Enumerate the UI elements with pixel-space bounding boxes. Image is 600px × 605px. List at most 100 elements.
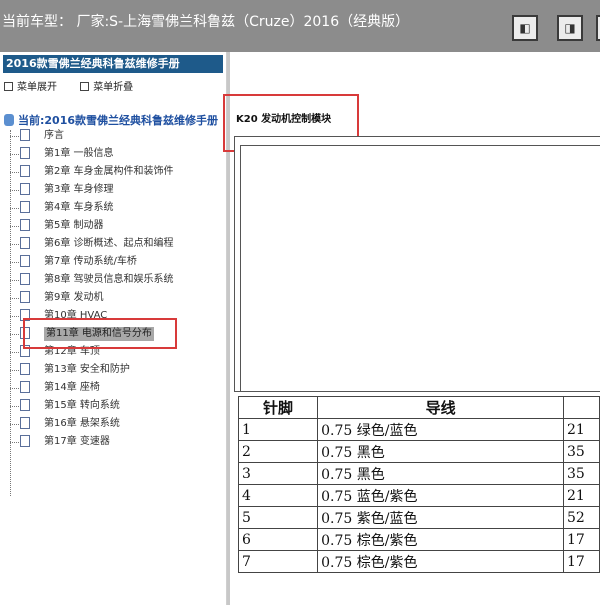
current-label: 当前:2016款雪佛兰经典科鲁兹维修手册 bbox=[18, 114, 219, 127]
tree-item[interactable]: 序言 bbox=[10, 128, 225, 144]
expand-label: 菜单展开 bbox=[17, 82, 57, 93]
document-icon bbox=[20, 165, 30, 177]
tree-item[interactable]: 第9章 发动机 bbox=[10, 290, 225, 306]
header-pin: 针脚 bbox=[237, 396, 319, 419]
tree-item-label: 第9章 发动机 bbox=[44, 292, 104, 303]
tree-item[interactable]: 第3章 车身修理 bbox=[10, 182, 225, 198]
table-header-row: 针脚 导线 bbox=[237, 396, 600, 419]
tree-connector bbox=[10, 406, 19, 407]
cell-pin: 6 bbox=[237, 528, 319, 551]
tree-connector bbox=[10, 172, 19, 173]
panel-left-button[interactable]: ◧ bbox=[512, 15, 538, 41]
tree-item[interactable]: 第6章 诊断概述、起点和编程 bbox=[10, 236, 225, 252]
table-row: 7 0.75 棕色/紫色 17 bbox=[237, 550, 600, 573]
tree-item[interactable]: 第5章 制动器 bbox=[10, 218, 225, 234]
tree-connector bbox=[10, 136, 19, 137]
tree-connector bbox=[10, 190, 19, 191]
tree-connector bbox=[10, 244, 19, 245]
panel-right-button[interactable] bbox=[596, 15, 600, 41]
tree-connector bbox=[10, 370, 19, 371]
globe-icon bbox=[4, 114, 14, 126]
tree-connector bbox=[10, 424, 19, 425]
collapse-menu-button[interactable]: 菜单折叠 bbox=[80, 82, 143, 93]
tree-connector bbox=[10, 334, 19, 335]
current-node[interactable]: 当前:2016款雪佛兰经典科鲁兹维修手册 bbox=[4, 112, 224, 128]
cell-pin: 2 bbox=[237, 440, 319, 463]
tree-item[interactable]: 第8章 驾驶员信息和娱乐系统 bbox=[10, 272, 225, 288]
tree-item[interactable]: 第2章 车身金属构件和装饰件 bbox=[10, 164, 225, 180]
tree-item[interactable]: 第15章 转向系统 bbox=[10, 398, 225, 414]
tree-item-label: 第5章 制动器 bbox=[44, 220, 104, 231]
tree-connector bbox=[10, 298, 19, 299]
connector-diagram-frame bbox=[234, 136, 600, 392]
cell-wire: 0.75 黑色 bbox=[317, 440, 565, 463]
table-row: 2 0.75 黑色 35 bbox=[237, 440, 600, 463]
tree-connector bbox=[10, 226, 19, 227]
manual-title[interactable]: 2016款雪佛兰经典科鲁兹维修手册 bbox=[3, 55, 223, 73]
table-row: 6 0.75 棕色/紫色 17 bbox=[237, 528, 600, 551]
cell-circuit: 52 bbox=[563, 506, 600, 529]
tree-connector bbox=[10, 154, 19, 155]
tree-connector bbox=[10, 388, 19, 389]
menu-actions: 菜单展开 菜单折叠 bbox=[4, 78, 153, 93]
document-icon bbox=[20, 219, 30, 231]
header-circuit bbox=[563, 396, 600, 419]
vehicle-title: 当前车型： 厂家:S-上海雪佛兰科鲁兹（Cruze）2016（经典版） bbox=[2, 14, 410, 30]
cell-circuit: 21 bbox=[563, 484, 600, 507]
document-icon bbox=[20, 291, 30, 303]
document-icon bbox=[20, 417, 30, 429]
cell-circuit: 35 bbox=[563, 462, 600, 485]
tree-item[interactable]: 第4章 车身系统 bbox=[10, 200, 225, 216]
document-icon bbox=[20, 363, 30, 375]
highlight-box-chapter bbox=[23, 318, 177, 349]
tree-connector bbox=[10, 280, 19, 281]
expand-box-icon bbox=[4, 82, 13, 91]
table-row: 4 0.75 蓝色/紫色 21 bbox=[237, 484, 600, 507]
tree-item-label: 第7章 传动系统/车桥 bbox=[44, 256, 137, 267]
cell-circuit: 17 bbox=[563, 528, 600, 551]
tree-item[interactable]: 第7章 传动系统/车桥 bbox=[10, 254, 225, 270]
top-bar: 当前车型： 厂家:S-上海雪佛兰科鲁兹（Cruze）2016（经典版） ◧ ◨ bbox=[0, 0, 600, 52]
cell-wire: 0.75 绿色/蓝色 bbox=[317, 418, 565, 441]
collapse-label: 菜单折叠 bbox=[93, 82, 134, 93]
table-row: 1 0.75 绿色/蓝色 21 bbox=[237, 418, 600, 441]
document-icon bbox=[20, 201, 30, 213]
tree-item-label: 第2章 车身金属构件和装饰件 bbox=[44, 166, 174, 177]
panel-left-icon: ◧ bbox=[519, 21, 531, 35]
cell-pin: 1 bbox=[237, 418, 319, 441]
document-icon bbox=[20, 255, 30, 267]
tree-item[interactable]: 第1章 一般信息 bbox=[10, 146, 225, 162]
tree-item-label: 第8章 驾驶员信息和娱乐系统 bbox=[44, 274, 174, 285]
cell-pin: 4 bbox=[237, 484, 319, 507]
tree-item-label: 第16章 悬架系统 bbox=[44, 418, 120, 429]
pin-table: 针脚 导线 1 0.75 绿色/蓝色 21 2 0.75 黑色 35 3 0.75 黑色 3… bbox=[237, 396, 600, 573]
cell-circuit: 17 bbox=[563, 550, 600, 573]
cell-wire: 0.75 棕色/紫色 bbox=[317, 528, 565, 551]
cell-wire: 0.75 蓝色/紫色 bbox=[317, 484, 565, 507]
tree-connector bbox=[10, 262, 19, 263]
cell-pin: 5 bbox=[237, 506, 319, 529]
tree-item-label: 第13章 安全和防护 bbox=[44, 364, 130, 375]
tree-item-label: 第3章 车身修理 bbox=[44, 184, 114, 195]
tree-item-label: 第15章 转向系统 bbox=[44, 400, 120, 411]
document-icon bbox=[20, 273, 30, 285]
cell-pin: 7 bbox=[237, 550, 319, 573]
cell-circuit: 21 bbox=[563, 418, 600, 441]
split-view-button[interactable]: ◨ bbox=[557, 15, 583, 41]
tree-connector bbox=[10, 352, 19, 353]
tree-item[interactable]: 第13章 安全和防护 bbox=[10, 362, 225, 378]
tree-item[interactable]: 第14章 座椅 bbox=[10, 380, 225, 396]
expand-menu-button[interactable]: 菜单展开 bbox=[4, 82, 67, 93]
table-row: 3 0.75 黑色 35 bbox=[237, 462, 600, 485]
tree-item[interactable]: 第17章 变速器 bbox=[10, 434, 225, 450]
document-icon bbox=[20, 237, 30, 249]
cell-wire: 0.75 棕色/紫色 bbox=[317, 550, 565, 573]
cell-wire: 0.75 紫色/蓝色 bbox=[317, 506, 565, 529]
tree-item-label: 第1章 一般信息 bbox=[44, 148, 114, 159]
document-icon bbox=[20, 399, 30, 411]
tree-item-label: 序言 bbox=[44, 130, 64, 141]
tree-connector bbox=[10, 316, 19, 317]
document-icon bbox=[20, 183, 30, 195]
split-view-icon: ◨ bbox=[564, 21, 576, 35]
tree-item[interactable]: 第16章 悬架系统 bbox=[10, 416, 225, 432]
